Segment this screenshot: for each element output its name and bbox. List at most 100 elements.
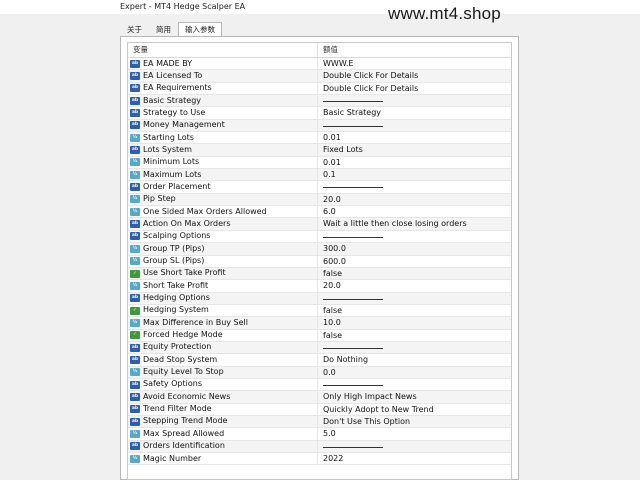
table-row[interactable]: ½ Equity Level To Stop 0.0 — [128, 366, 511, 379]
table-row[interactable]: ab EA Licensed To Double Click For Details — [128, 70, 511, 83]
table-row[interactable]: ab Trend Filter Mode Quickly Adopt to New … — [128, 403, 511, 416]
parameter-name: Action On Max Orders — [143, 218, 231, 228]
table-row[interactable]: ab Orders Identification — [128, 440, 511, 453]
table-row[interactable]: ab EA Requirements Double Click For Detail… — [128, 82, 511, 96]
parameter-name-cell: ab EA MADE BY — [128, 58, 318, 70]
table-row[interactable]: ab Safety Options — [128, 378, 511, 392]
tab-inputs[interactable]: 输入参数 — [178, 22, 222, 36]
parameter-name: Safety Options — [143, 379, 202, 389]
table-row[interactable]: ½ Group TP (Pips) 300.0 — [128, 243, 511, 256]
table-row[interactable]: ab Scalping Options — [128, 230, 511, 244]
parameter-value[interactable]: Don't Use This Option — [318, 416, 511, 427]
numeric-param-icon: ½ — [130, 454, 140, 463]
table-row[interactable]: ½ Max Spread Allowed 5.0 — [128, 428, 511, 441]
parameter-value[interactable]: false — [318, 330, 511, 341]
string-param-icon: ab — [130, 72, 140, 81]
table-row[interactable]: ✓ Hedging System false — [128, 304, 511, 318]
parameter-name-cell: ✓ Hedging System — [128, 304, 318, 317]
parameter-value[interactable]: Basic Strategy — [318, 107, 511, 118]
section-separator-value[interactable] — [318, 441, 511, 452]
parameter-name-cell: ab Strategy to Use — [128, 107, 318, 119]
table-row[interactable]: ab EA MADE BY WWW.E — [128, 58, 511, 71]
table-row[interactable]: ½ Starting Lots 0.01 — [128, 132, 511, 145]
string-param-icon: ab — [130, 294, 140, 303]
table-row[interactable]: ½ Pip Step 20.0 — [128, 193, 511, 207]
parameter-name-cell: ½ Maximum Lots — [128, 169, 318, 181]
parameter-value[interactable]: 0.01 — [318, 157, 511, 168]
table-header: 变量 额值 — [128, 43, 511, 58]
parameter-value[interactable]: Wait a little then close losing orders — [318, 218, 511, 229]
table-row[interactable]: ab Dead Stop System Do Nothing — [128, 354, 511, 367]
table-row[interactable]: ½ Minimum Lots 0.01 — [128, 156, 511, 170]
string-param-icon: ab — [130, 59, 140, 68]
table-row[interactable]: ab Action On Max Orders Wait a little then… — [128, 218, 511, 231]
parameter-name-cell: ½ Pip Step — [128, 193, 318, 206]
table-row[interactable]: ab Money Management — [128, 119, 511, 133]
section-separator-value[interactable] — [318, 231, 511, 242]
parameter-value[interactable]: Do Nothing — [318, 354, 511, 365]
parameter-value[interactable]: 5.0 — [318, 428, 511, 439]
table-row[interactable]: ✓ Forced Hedge Mode false — [128, 329, 511, 342]
column-header-variable[interactable]: 变量 — [128, 43, 318, 57]
tab-about[interactable]: 关于 — [120, 22, 149, 36]
parameter-value[interactable]: false — [318, 305, 511, 316]
section-separator-value[interactable] — [318, 342, 511, 353]
parameter-name-cell: ½ Short Take Profit — [128, 280, 318, 292]
numeric-param-icon: ½ — [130, 158, 140, 167]
parameter-value[interactable]: 0.01 — [318, 132, 511, 143]
separator-line — [323, 236, 383, 238]
parameter-value[interactable]: 20.0 — [318, 194, 511, 205]
parameter-value[interactable]: Quickly Adopt to New Trend — [318, 404, 511, 415]
parameter-name-cell: ½ Equity Level To Stop — [128, 366, 318, 378]
table-row[interactable]: ½ Magic Number 2022 — [128, 453, 511, 466]
table-row[interactable]: ab Hedging Options — [128, 292, 511, 305]
table-row[interactable]: ab Strategy to Use Basic Strategy — [128, 107, 511, 120]
section-separator-value[interactable] — [318, 293, 511, 304]
parameter-value[interactable]: 10.0 — [318, 317, 511, 328]
table-row[interactable]: ½ Short Take Profit 20.0 — [128, 280, 511, 293]
parameter-name: One Sided Max Orders Allowed — [143, 206, 267, 216]
table-row[interactable]: ✓ Use Short Take Profit false — [128, 267, 511, 281]
numeric-param-icon: ½ — [130, 318, 140, 327]
parameter-value[interactable]: 0.1 — [318, 169, 511, 180]
parameter-value[interactable]: 20.0 — [318, 280, 511, 291]
table-row[interactable]: ab Avoid Economic News Only High Impact Ne… — [128, 391, 511, 404]
table-row[interactable]: ab Equity Protection — [128, 341, 511, 355]
parameter-name-cell: ½ Group TP (Pips) — [128, 243, 318, 255]
table-row[interactable]: ½ One Sided Max Orders Allowed 6.0 — [128, 206, 511, 219]
string-param-icon: ab — [130, 220, 140, 229]
table-row[interactable]: ab Stepping Trend Mode Don't Use This Opti… — [128, 415, 511, 429]
parameter-value[interactable]: 300.0 — [318, 243, 511, 254]
separator-line — [323, 384, 383, 386]
section-separator-value[interactable] — [318, 181, 511, 192]
table-row[interactable]: ½ Group SL (Pips) 600.0 — [128, 255, 511, 268]
section-separator-value[interactable] — [318, 95, 511, 106]
section-separator-value[interactable] — [318, 379, 511, 390]
parameter-name-cell: ab Scalping Options — [128, 230, 318, 243]
parameter-value[interactable]: false — [318, 268, 511, 279]
table-row[interactable]: ab Lots System Fixed Lots — [128, 144, 511, 157]
section-separator-value[interactable] — [318, 120, 511, 131]
table-row[interactable]: ab Order Placement — [128, 181, 511, 194]
parameter-value[interactable]: 0.0 — [318, 367, 511, 378]
parameter-value[interactable]: Fixed Lots — [318, 144, 511, 155]
parameter-name: Stepping Trend Mode — [143, 416, 228, 426]
column-header-value[interactable]: 额值 — [318, 43, 511, 57]
parameter-value[interactable]: Double Click For Details — [318, 83, 511, 94]
string-param-icon: ab — [130, 355, 140, 364]
parameter-value[interactable]: 6.0 — [318, 206, 511, 217]
table-row[interactable]: ½ Maximum Lots 0.1 — [128, 169, 511, 182]
table-row[interactable]: ab Basic Strategy — [128, 95, 511, 108]
parameter-value[interactable]: 2022 — [318, 453, 511, 464]
parameter-value[interactable]: Double Click For Details — [318, 70, 511, 81]
table-row[interactable]: ½ Max Difference in Buy Sell 10.0 — [128, 317, 511, 330]
parameter-value[interactable]: 600.0 — [318, 256, 511, 267]
parameter-name: Use Short Take Profit — [143, 268, 226, 278]
parameter-name-cell: ½ Starting Lots — [128, 132, 318, 144]
string-param-icon: ab — [130, 417, 140, 426]
parameter-value[interactable]: WWW.E — [318, 58, 511, 69]
parameter-name-cell: ✓ Forced Hedge Mode — [128, 329, 318, 341]
tab-common[interactable]: 简用 — [149, 22, 178, 36]
parameter-name-cell: ½ Max Difference in Buy Sell — [128, 317, 318, 329]
parameter-value[interactable]: Only High Impact News — [318, 391, 511, 402]
